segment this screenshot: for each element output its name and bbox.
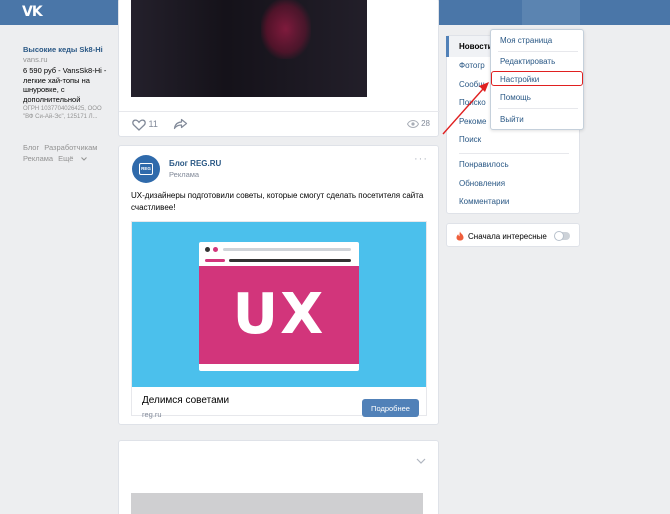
dropdown-divider [498, 108, 578, 109]
post-photo[interactable] [131, 0, 367, 97]
interesting-first-toggle-card[interactable]: Сначала интересные [446, 223, 580, 247]
ad-domain: vans.ru [23, 55, 48, 64]
menu-item-liked[interactable]: Понравилось [459, 160, 509, 169]
menu-item-comments[interactable]: Комментарии [459, 197, 509, 206]
menu-item-communities[interactable]: Сообщ [459, 80, 485, 89]
avatar[interactable]: REG [132, 155, 160, 183]
footer-link-blog[interactable]: Блог [23, 143, 39, 152]
menu-item-news[interactable]: Новости [459, 42, 493, 51]
menu-item-search-queries[interactable]: Поиско [459, 98, 486, 107]
menu-item-recommendations[interactable]: Рекоме [459, 117, 486, 126]
chevron-down-icon[interactable] [416, 458, 426, 464]
settings-highlight [491, 71, 583, 86]
post-subtitle: Реклама [169, 170, 200, 179]
filter-label: Сначала интересные [468, 232, 547, 241]
vk-logo[interactable]: VK [22, 4, 44, 20]
like-button[interactable]: 11 [132, 118, 158, 132]
feed-post-ad: REG Блог REG.RU Реклама ··· UX-дизайнеры… [118, 145, 439, 425]
menu-divider [459, 153, 569, 154]
snippet-domain: reg.ru [142, 410, 162, 419]
window-dot [213, 247, 218, 252]
menu-active-indicator [446, 36, 449, 57]
chevron-down-icon [80, 157, 87, 161]
heart-icon [132, 119, 146, 131]
avatar-logo: REG [139, 163, 153, 175]
footer-link-ads[interactable]: Реклама [23, 154, 53, 163]
feed-post [118, 440, 439, 514]
post-photo[interactable] [131, 493, 423, 514]
ad-title[interactable]: Высокие кеды Sk8-Hi [23, 45, 111, 54]
account-menu-button[interactable] [522, 0, 580, 25]
footer-link-developers[interactable]: Разработчикам [44, 143, 97, 152]
ad-legal: ОГРН 1037704026425, ООО "ВФ Си-Ай-Эс", 1… [23, 106, 102, 120]
window-address-bar [223, 248, 351, 251]
window-content: UX [199, 266, 359, 364]
snippet-image[interactable]: UX [132, 222, 426, 387]
menu-item-my-page[interactable]: Моя страница [500, 36, 552, 45]
snippet-title[interactable]: Делимся советами [142, 395, 229, 406]
menu-item-photos[interactable]: Фотогр [459, 61, 485, 70]
window-nav-line [205, 259, 225, 262]
toggle-knob [554, 231, 564, 241]
post-text: UX-дизайнеры подготовили советы, которые… [131, 191, 424, 212]
feed-post: 11 28 [118, 0, 440, 137]
window-dot [205, 247, 210, 252]
post-actions: 11 28 [119, 111, 440, 135]
sidebar-ad[interactable]: Высокие кеды Sk8-Hi vans.ru 6 590 руб - … [23, 45, 111, 121]
menu-item-edit[interactable]: Редактировать [500, 57, 555, 66]
like-count: 11 [148, 119, 158, 129]
post-author[interactable]: Блог REG.RU [169, 159, 221, 168]
ux-label: UX [232, 282, 326, 347]
browser-window-illustration: UX [199, 242, 359, 371]
share-button[interactable] [173, 118, 188, 130]
footer-links: Блог Разработчикам Реклама Ещё [23, 142, 123, 164]
fire-icon [456, 231, 464, 241]
footer-link-more[interactable]: Ещё [58, 154, 87, 163]
views-count: 28 [421, 119, 430, 128]
menu-item-updates[interactable]: Обновления [459, 179, 505, 188]
menu-item-search[interactable]: Поиск [459, 135, 481, 144]
ad-text: 6 590 руб - VansSk8-Hi - легкие хай-топы… [23, 66, 107, 104]
views-counter: 28 [406, 118, 430, 130]
photo-shade [131, 0, 367, 97]
menu-item-help[interactable]: Помощь [500, 93, 531, 102]
dropdown-divider [498, 51, 578, 52]
share-icon [173, 118, 188, 130]
footer-link-more-label: Ещё [58, 154, 74, 163]
window-nav-line [229, 259, 351, 262]
interesting-first-toggle[interactable] [554, 231, 570, 241]
more-options-icon[interactable]: ··· [414, 154, 428, 165]
eye-icon [406, 119, 419, 128]
link-snippet[interactable]: UX Делимся советами reg.ru Подробнее [131, 221, 427, 419]
menu-item-logout[interactable]: Выйти [500, 115, 524, 124]
read-more-button[interactable]: Подробнее [362, 399, 419, 417]
